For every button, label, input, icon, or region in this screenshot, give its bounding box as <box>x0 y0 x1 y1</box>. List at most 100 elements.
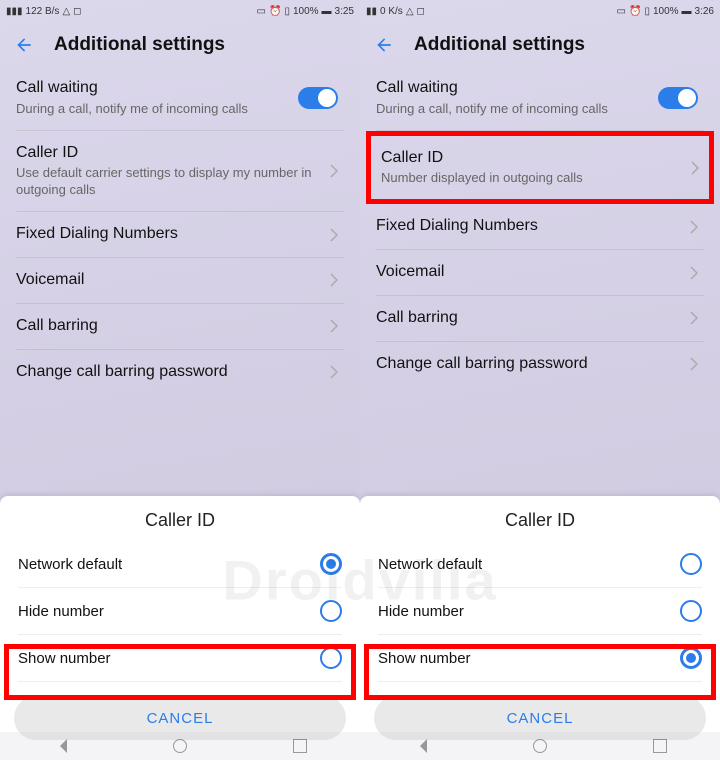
item-title: Call barring <box>376 308 458 329</box>
item-title: Fixed Dialing Numbers <box>376 216 538 237</box>
nav-back-icon[interactable] <box>413 739 427 753</box>
screen-right: ▮▮ 0 K/s △ ◻ ▭ ⏰ ▯ 100% ▬ 3:26 Additiona… <box>360 0 720 760</box>
status-bar: ▮▮ 0 K/s △ ◻ ▭ ⏰ ▯ 100% ▬ 3:26 <box>360 0 720 22</box>
app-header: Additional settings <box>360 22 720 66</box>
nav-back-icon[interactable] <box>53 739 67 753</box>
chevron-right-icon <box>691 161 699 175</box>
app-header: Additional settings <box>0 22 360 66</box>
settings-list: Call waiting During a call, notify me of… <box>360 66 720 387</box>
item-call-waiting[interactable]: Call waiting During a call, notify me of… <box>376 66 704 131</box>
back-button[interactable] <box>14 35 34 55</box>
option-hide-number[interactable]: Hide number <box>378 588 702 635</box>
chevron-right-icon <box>330 228 338 242</box>
clock-text: 3:25 <box>335 6 354 17</box>
cast-icon: ▭ <box>617 6 626 17</box>
sync-icon: ◻ <box>73 6 81 17</box>
chevron-right-icon <box>690 357 698 371</box>
option-network-default[interactable]: Network default <box>18 541 342 588</box>
chevron-right-icon <box>690 266 698 280</box>
item-voicemail[interactable]: Voicemail <box>16 258 344 304</box>
nav-home-icon[interactable] <box>173 739 187 753</box>
alarm-icon: ⏰ <box>629 6 641 17</box>
item-subtitle: During a call, notify me of incoming cal… <box>376 101 608 118</box>
item-title: Call waiting <box>376 78 608 99</box>
cast-icon: ▭ <box>257 6 266 17</box>
item-subtitle: During a call, notify me of incoming cal… <box>16 101 248 118</box>
item-title: Fixed Dialing Numbers <box>16 224 178 245</box>
option-label: Network default <box>378 556 482 573</box>
screen-left: ▮▮▮ 122 B/s △ ◻ ▭ ⏰ ▯ 100% ▬ 3:25 Additi… <box>0 0 360 760</box>
option-network-default[interactable]: Network default <box>378 541 702 588</box>
item-title: Caller ID <box>16 143 320 164</box>
chevron-right-icon <box>330 164 338 178</box>
radio-selected-icon <box>680 647 702 669</box>
option-hide-number[interactable]: Hide number <box>18 588 342 635</box>
option-show-number[interactable]: Show number <box>378 635 702 682</box>
item-title: Call waiting <box>16 78 248 99</box>
item-title: Voicemail <box>16 270 84 291</box>
cloud-icon: △ <box>62 6 70 17</box>
battery-icon: ▬ <box>322 6 332 17</box>
alarm-icon: ⏰ <box>269 6 281 17</box>
signal-icon: ▮▮▮ <box>6 6 23 17</box>
chevron-right-icon <box>330 319 338 333</box>
sheet-title: Caller ID <box>360 510 720 541</box>
chevron-right-icon <box>690 220 698 234</box>
chevron-right-icon <box>330 365 338 379</box>
item-fdn[interactable]: Fixed Dialing Numbers <box>376 204 704 250</box>
option-label: Show number <box>18 650 111 667</box>
back-button[interactable] <box>374 35 394 55</box>
system-nav-bar <box>0 732 360 760</box>
item-caller-id[interactable]: Caller ID Number displayed in outgoing c… <box>366 131 714 205</box>
network-speed: 122 B/s <box>26 6 60 17</box>
network-speed: 0 K/s <box>380 6 403 17</box>
chevron-right-icon <box>690 311 698 325</box>
item-title: Change call barring password <box>16 362 228 383</box>
radio-unselected-icon <box>680 600 702 622</box>
item-caller-id[interactable]: Caller ID Use default carrier settings t… <box>16 131 344 213</box>
bottom-sheet-caller-id: Caller ID Network default Hide number Sh… <box>360 496 720 760</box>
signal-icon: ▮▮ <box>366 6 377 17</box>
item-subtitle: Use default carrier settings to display … <box>16 165 320 199</box>
radio-unselected-icon <box>680 553 702 575</box>
cloud-icon: △ <box>406 6 414 17</box>
battery-text: 100% <box>293 6 319 17</box>
item-title: Call barring <box>16 316 98 337</box>
item-call-barring[interactable]: Call barring <box>376 296 704 342</box>
battery-icon: ▬ <box>682 6 692 17</box>
option-label: Hide number <box>18 603 104 620</box>
item-change-password[interactable]: Change call barring password <box>16 350 344 395</box>
item-voicemail[interactable]: Voicemail <box>376 250 704 296</box>
battery-text: 100% <box>653 6 679 17</box>
item-fdn[interactable]: Fixed Dialing Numbers <box>16 212 344 258</box>
radio-selected-icon <box>320 553 342 575</box>
page-title: Additional settings <box>54 34 225 56</box>
item-call-waiting[interactable]: Call waiting During a call, notify me of… <box>16 66 344 131</box>
option-label: Show number <box>378 650 471 667</box>
clock-text: 3:26 <box>695 6 714 17</box>
toggle-call-waiting[interactable] <box>298 87 338 109</box>
vibrate-icon: ▯ <box>284 6 290 17</box>
sync-icon: ◻ <box>417 6 425 17</box>
status-bar: ▮▮▮ 122 B/s △ ◻ ▭ ⏰ ▯ 100% ▬ 3:25 <box>0 0 360 22</box>
item-subtitle: Number displayed in outgoing calls <box>381 170 583 187</box>
nav-recent-icon[interactable] <box>293 739 307 753</box>
vibrate-icon: ▯ <box>644 6 650 17</box>
chevron-right-icon <box>330 273 338 287</box>
radio-unselected-icon <box>320 647 342 669</box>
item-title: Voicemail <box>376 262 444 283</box>
option-label: Network default <box>18 556 122 573</box>
nav-recent-icon[interactable] <box>653 739 667 753</box>
nav-home-icon[interactable] <box>533 739 547 753</box>
item-change-password[interactable]: Change call barring password <box>376 342 704 387</box>
item-title: Change call barring password <box>376 354 588 375</box>
page-title: Additional settings <box>414 34 585 56</box>
bottom-sheet-caller-id: Caller ID Network default Hide number Sh… <box>0 496 360 760</box>
item-title: Caller ID <box>381 148 583 169</box>
settings-list: Call waiting During a call, notify me of… <box>0 66 360 394</box>
item-call-barring[interactable]: Call barring <box>16 304 344 350</box>
radio-unselected-icon <box>320 600 342 622</box>
option-show-number[interactable]: Show number <box>18 635 342 682</box>
system-nav-bar <box>360 732 720 760</box>
toggle-call-waiting[interactable] <box>658 87 698 109</box>
